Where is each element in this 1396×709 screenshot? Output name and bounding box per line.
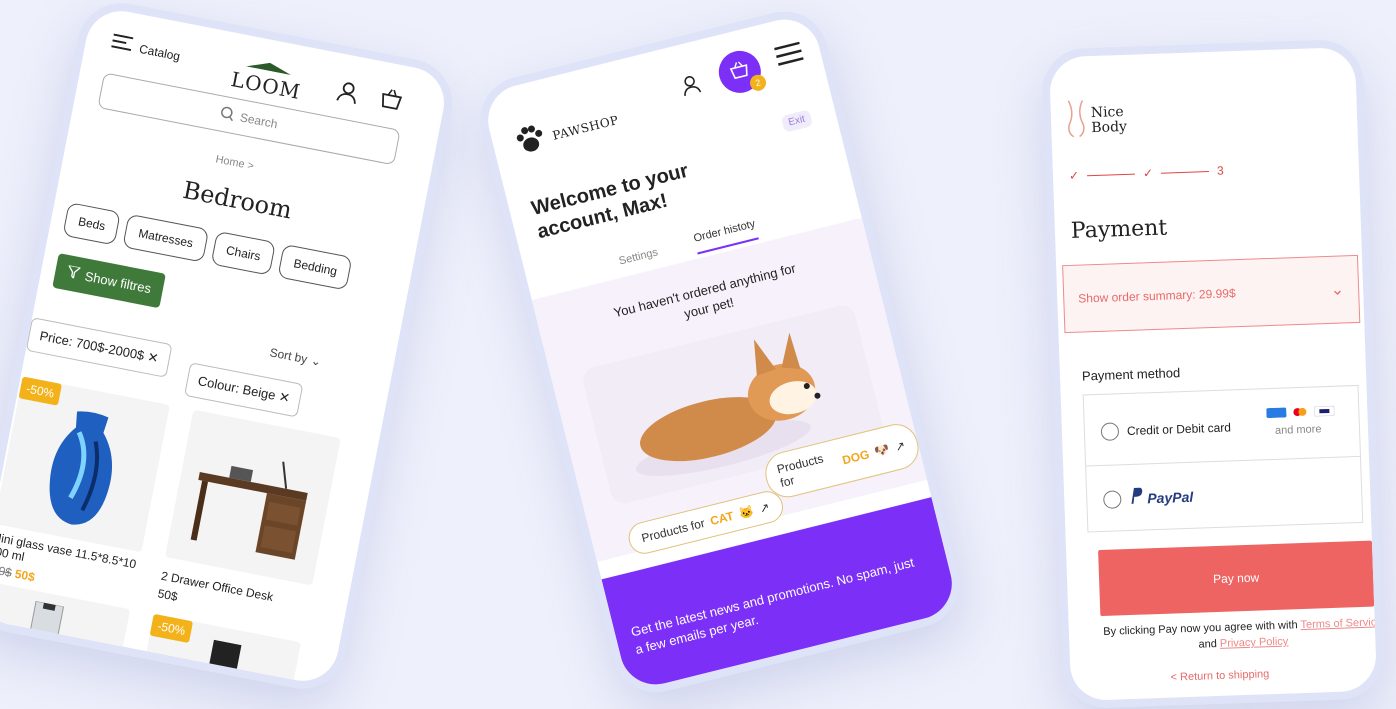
arrow-up-right-icon: ↗ bbox=[893, 438, 907, 455]
product-card-chair[interactable]: -50% bbox=[142, 613, 302, 687]
blender-image bbox=[27, 600, 65, 647]
show-filters-label: Show filtres bbox=[83, 268, 153, 297]
and-more-label: and more bbox=[1274, 423, 1322, 437]
terms-link[interactable]: Terms of Service bbox=[1300, 616, 1377, 631]
terms-and: and bbox=[1198, 638, 1218, 651]
newsletter-text: Get the latest news and promotions. No s… bbox=[629, 554, 916, 658]
page-title: Bedroom bbox=[180, 175, 295, 225]
phone-checkout: Nice Body ✓ ✓ 3 Payment Show order summa… bbox=[1040, 38, 1386, 709]
option-card[interactable]: Credit or Debit card and more bbox=[1083, 385, 1360, 467]
checkout-steps: ✓ ✓ 3 bbox=[1069, 164, 1224, 183]
page-title: Payment bbox=[1070, 215, 1168, 244]
arrow-up-right-icon: ↗ bbox=[757, 499, 772, 516]
cart-icon bbox=[727, 58, 752, 85]
body-silhouette-icon bbox=[1064, 98, 1088, 144]
radio-paypal[interactable] bbox=[1103, 490, 1122, 509]
step-line bbox=[1087, 173, 1136, 176]
catalog-label[interactable]: Catalog bbox=[138, 41, 181, 63]
radio-card[interactable] bbox=[1100, 422, 1120, 441]
cat-face-icon: 🐱 bbox=[737, 503, 756, 521]
search-placeholder: Search bbox=[238, 110, 279, 132]
catalog-menu[interactable]: Catalog bbox=[110, 33, 182, 66]
step-1: ✓ bbox=[1068, 168, 1080, 183]
vase-image bbox=[49, 411, 112, 525]
brand-name: PAWSHOP bbox=[550, 112, 620, 143]
colour-filter-tag[interactable]: Colour: Beige ✕ bbox=[184, 362, 304, 418]
product-card-desk[interactable] bbox=[164, 409, 341, 586]
checkout-screen: Nice Body ✓ ✓ 3 Payment Show order summa… bbox=[1048, 46, 1378, 702]
breadcrumb[interactable]: Home > bbox=[215, 153, 255, 172]
exit-button[interactable]: Exit bbox=[780, 109, 813, 133]
payment-method-title: Payment method bbox=[1081, 365, 1181, 384]
phone-pet-shop: PAWSHOP 2 Exit Welcome to your account, … bbox=[470, 2, 970, 702]
return-to-shipping-link[interactable]: < Return to shipping bbox=[1170, 668, 1269, 683]
basket-icon[interactable] bbox=[378, 86, 405, 117]
search-icon bbox=[219, 105, 236, 124]
sort-by-label: Sort by bbox=[268, 345, 309, 367]
cat-button-animal: CAT bbox=[708, 508, 736, 529]
visa-icon bbox=[1313, 403, 1335, 422]
sale-price: 50$ bbox=[13, 566, 36, 585]
discount-badge: -50% bbox=[149, 613, 194, 644]
hamburger-icon[interactable] bbox=[774, 41, 805, 73]
category-chip[interactable]: Beds bbox=[62, 202, 122, 246]
category-chip[interactable]: Chairs bbox=[210, 230, 277, 276]
sort-by-dropdown[interactable]: Sort by ⌄ bbox=[269, 345, 323, 369]
filter-icon bbox=[66, 264, 83, 282]
user-icon[interactable] bbox=[678, 73, 703, 102]
step-line bbox=[1161, 170, 1210, 174]
paypal-label: PayPal bbox=[1147, 488, 1194, 506]
privacy-link[interactable]: Privacy Policy bbox=[1220, 636, 1289, 650]
chair-image bbox=[203, 639, 242, 682]
close-icon[interactable]: ✕ bbox=[146, 349, 160, 366]
dog-button-animal: DOG bbox=[840, 447, 871, 468]
card-option-label: Credit or Debit card bbox=[1126, 420, 1232, 439]
loom-logo[interactable]: LOOM bbox=[229, 51, 306, 104]
petshop-screen: PAWSHOP 2 Exit Welcome to your account, … bbox=[480, 12, 960, 692]
mastercard-icon bbox=[1290, 404, 1311, 423]
furniture-screen: Catalog LOOM Search Home > Bedroom Beds … bbox=[0, 5, 451, 687]
payment-options: Credit or Debit card and more PayPal bbox=[1082, 384, 1364, 533]
paypal-icon bbox=[1129, 487, 1144, 509]
paw-icon bbox=[512, 121, 550, 162]
user-icon[interactable] bbox=[334, 79, 361, 110]
desk-image bbox=[190, 461, 308, 560]
hamburger-icon[interactable] bbox=[110, 33, 134, 56]
price-filter-tag[interactable]: Price: 700$-2000$ ✕ bbox=[25, 317, 173, 378]
chevron-down-icon: ⌄ bbox=[1330, 281, 1345, 299]
order-summary-label: Show order summary: 29.99$ bbox=[1078, 286, 1236, 306]
dog-button-prefix: Products for bbox=[775, 451, 825, 491]
paypal-logo: PayPal bbox=[1129, 486, 1194, 509]
brand-line-2: Body bbox=[1091, 118, 1128, 136]
dog-face-icon: 🐶 bbox=[873, 442, 892, 460]
product-price: 50$ bbox=[156, 586, 179, 604]
category-chip[interactable]: Bedding bbox=[277, 243, 353, 291]
amex-icon bbox=[1266, 404, 1287, 423]
colour-filter-label: Colour: Beige bbox=[196, 373, 277, 403]
show-filters-button[interactable]: Show filtres bbox=[52, 253, 167, 309]
step-2: ✓ bbox=[1142, 165, 1154, 181]
terms-note: By clicking Pay now you agree with with … bbox=[1103, 614, 1377, 656]
category-chip[interactable]: Matresses bbox=[122, 213, 209, 263]
price-filter-label: Price: 700$-2000$ bbox=[38, 328, 146, 364]
cart-button[interactable]: 2 bbox=[714, 46, 768, 98]
card-brand-icons bbox=[1266, 403, 1335, 423]
tab-settings[interactable]: Settings bbox=[618, 246, 659, 267]
terms-prefix: By clicking Pay now you agree with with bbox=[1103, 619, 1298, 638]
pawshop-logo[interactable]: PAWSHOP bbox=[512, 102, 623, 162]
phone-furniture-shop: Catalog LOOM Search Home > Bedroom Beds … bbox=[0, 0, 460, 697]
product-card-vase[interactable]: -50% bbox=[0, 376, 170, 553]
cat-button-prefix: Products for bbox=[640, 516, 707, 546]
order-summary-toggle[interactable]: Show order summary: 29.99$ ⌄ bbox=[1062, 254, 1361, 334]
product-card-blender[interactable] bbox=[0, 580, 131, 669]
option-paypal[interactable]: PayPal bbox=[1086, 456, 1362, 532]
nicebody-logo[interactable]: Nice Body bbox=[1064, 97, 1127, 144]
step-3: 3 bbox=[1216, 163, 1224, 178]
chevron-down-icon: ⌄ bbox=[309, 353, 323, 369]
discount-badge: -50% bbox=[18, 376, 62, 406]
pay-now-button[interactable]: Pay now bbox=[1098, 540, 1375, 617]
old-price: 100$ bbox=[0, 560, 14, 580]
close-icon[interactable]: ✕ bbox=[278, 389, 292, 406]
